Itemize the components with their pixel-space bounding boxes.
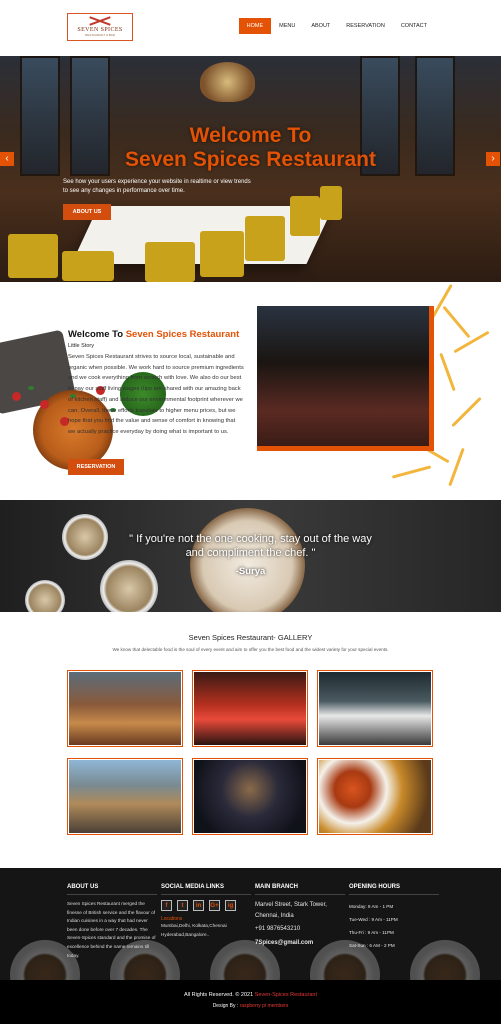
quote-author: -Surya [235, 566, 266, 577]
locations-list: Mumbai,Delhi, Kolkata,Chennai Hyderabad,… [161, 923, 227, 937]
fries-decoration [391, 465, 432, 479]
linkedin-icon[interactable]: in [193, 900, 204, 911]
fries-decoration [448, 447, 465, 487]
hero-title-line2: Seven Spices Restaurant [125, 148, 376, 171]
design-credit: Design By : raspberry pi members [0, 1003, 501, 1009]
logo[interactable]: SEVEN SPICES RESTAURANT & BAR [67, 13, 133, 41]
chevron-right-icon: › [491, 153, 495, 164]
site-header: SEVEN SPICES RESTAURANT & BAR HOME MENU … [0, 0, 501, 56]
chevron-left-icon: ‹ [5, 153, 9, 164]
gallery-image[interactable] [192, 758, 308, 835]
leaf-decoration [28, 386, 34, 390]
quote-text-inner: " If you're not the one cooking, stay ou… [129, 533, 372, 559]
carousel-prev-button[interactable]: ‹ [0, 152, 14, 166]
nav-reservation[interactable]: RESERVATION [338, 19, 393, 34]
bowl-decoration [25, 580, 65, 612]
footer-branch-heading: MAIN BRANCH [255, 884, 345, 895]
logo-tagline: RESTAURANT & BAR [85, 33, 115, 37]
about-title-highlight: Seven Spices Restaurant [125, 329, 240, 340]
about-body: Seven Spices Restaurant strives to sourc… [68, 354, 244, 435]
nav-contact[interactable]: CONTACT [393, 19, 435, 34]
gallery-image[interactable] [192, 670, 308, 747]
about-section: Welcome To Seven Spices Restaurant Littl… [0, 282, 501, 500]
hero-chair [200, 231, 244, 277]
fries-decoration [451, 396, 482, 428]
cake-image [190, 508, 305, 612]
hero-subtitle: See how your users experience your websi… [63, 179, 251, 194]
about-title-prefix: Welcome To [68, 329, 126, 340]
about-us-button[interactable]: ABOUT US [63, 204, 111, 220]
nav-home[interactable]: HOME [238, 18, 272, 34]
gallery-image[interactable] [67, 670, 183, 747]
crossed-knives-icon [89, 17, 111, 26]
hero-chair [290, 196, 320, 236]
copyright-prefix: All Rights Reserved. © 2021 [183, 992, 255, 998]
tomato-decoration [12, 392, 21, 401]
instagram-icon[interactable]: ig [225, 900, 236, 911]
fries-decoration [453, 330, 490, 354]
hero-chair [8, 234, 58, 278]
about-kicker: Little Story [68, 343, 94, 349]
restaurant-photo-frame [257, 306, 434, 451]
footer-about-heading: ABOUT US [67, 884, 157, 895]
footer-hours: OPENING HOURS Monday: 9 Am - 1 PM Tue-We… [349, 884, 439, 952]
copyright: All Rights Reserved. © 2021 Seven-Spices… [0, 992, 501, 998]
carousel-next-button[interactable]: › [486, 152, 500, 166]
footer-social-heading: SOCIAL MEDIA LINKS [161, 884, 251, 895]
hours-row: Sat-Sun : 6 AM - 2 PM [349, 943, 395, 948]
restaurant-interior-photo [257, 306, 429, 446]
hero-chair [320, 186, 342, 220]
nav-menu[interactable]: MENU [271, 19, 303, 34]
gallery-image[interactable] [317, 758, 433, 835]
hero-lamp [200, 62, 255, 102]
quote-text: " If you're not the one cooking, stay ou… [0, 532, 501, 560]
nav-about[interactable]: ABOUT [303, 19, 338, 34]
quote-section: " If you're not the one cooking, stay ou… [0, 500, 501, 612]
gallery-image[interactable] [317, 670, 433, 747]
fries-decoration [442, 305, 471, 339]
gallery-subtitle: We know that delectable food is the soul… [112, 647, 389, 652]
hero-chair [145, 242, 195, 282]
footer-about: ABOUT US Seven Spices Restaurant merged … [67, 884, 157, 960]
main-nav: HOME MENU ABOUT RESERVATION CONTACT [238, 18, 435, 34]
footer-social: SOCIAL MEDIA LINKS f t in G+ ig Location… [161, 884, 251, 939]
gallery-image[interactable] [67, 758, 183, 835]
design-by[interactable]: raspberry pi members [240, 1003, 289, 1009]
bottom-bar: All Rights Reserved. © 2021 Seven-Spices… [0, 980, 501, 1024]
hero-title-line1: Welcome To [189, 124, 312, 147]
design-prefix: Design By : [212, 1003, 240, 1009]
site-footer: ABOUT US Seven Spices Restaurant merged … [0, 868, 501, 980]
twitter-icon[interactable]: t [177, 900, 188, 911]
reservation-button[interactable]: RESERVATION [68, 459, 124, 475]
gallery-title: Seven Spices Restaurant- GALLERY [188, 633, 313, 642]
copyright-brand[interactable]: Seven-Spices Restaurant [255, 992, 317, 998]
hours-row: Thu-Fri : 9 Am - 11PM [349, 930, 394, 935]
fries-decoration [439, 352, 456, 392]
branch-phone[interactable]: +91 9876543210 [255, 924, 345, 935]
google-plus-icon[interactable]: G+ [209, 900, 220, 911]
about-title: Welcome To Seven Spices Restaurant [68, 329, 239, 340]
hero-chair [245, 216, 285, 261]
branch-address: Marvel Street, Stark Tower, Chennai, Ind… [255, 902, 327, 919]
hero-chair [62, 251, 114, 281]
footer-hours-heading: OPENING HOURS [349, 884, 439, 895]
hero-carousel: Welcome To Seven Spices Restaurant See h… [0, 56, 501, 282]
facebook-icon[interactable]: f [161, 900, 172, 911]
hours-row: Tue-Wed : 9 Am - 11PM [349, 917, 398, 922]
footer-about-text: Seven Spices Restaurant merged the fines… [67, 901, 156, 958]
branch-email[interactable]: 7Spices@gmail.com [255, 938, 345, 949]
social-links: f t in G+ ig [161, 900, 251, 911]
footer-branch: MAIN BRANCH Marvel Street, Stark Tower, … [255, 884, 345, 949]
tomato-decoration [40, 400, 49, 409]
hours-row: Monday: 9 Am - 1 PM [349, 904, 394, 909]
